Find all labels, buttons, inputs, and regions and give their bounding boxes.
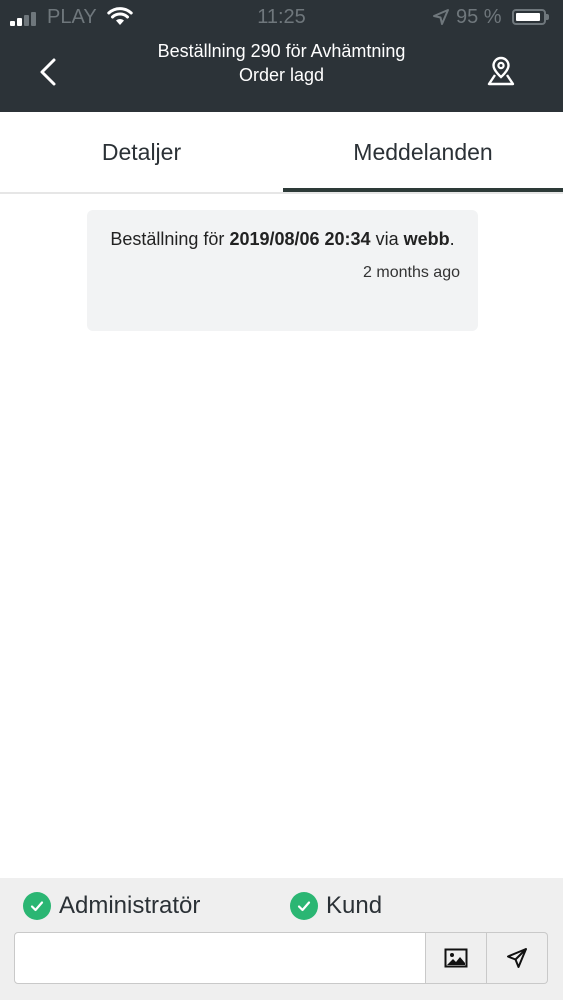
back-button[interactable] <box>28 52 68 92</box>
chevron-left-icon <box>40 58 56 86</box>
recipient-label: Administratör <box>59 892 201 919</box>
map-button[interactable] <box>480 50 522 92</box>
tab-bar: Detaljer Meddelanden <box>0 112 563 194</box>
recipient-customer-toggle[interactable]: Kund <box>290 890 382 922</box>
message-input[interactable] <box>14 932 426 984</box>
recipient-administrator-toggle[interactable]: Administratör <box>23 890 200 922</box>
composer-input-row <box>14 932 549 984</box>
order-title: Beställning 290 för Avhämtning <box>157 41 406 61</box>
tab-messages[interactable]: Meddelanden <box>283 112 563 192</box>
check-circle-icon <box>290 892 318 920</box>
recipient-label: Kund <box>326 892 383 919</box>
send-icon <box>507 948 527 968</box>
battery-percent: 95 % <box>456 6 502 28</box>
message-timestamp: 2 months ago <box>363 264 460 281</box>
image-icon <box>444 948 468 968</box>
battery-icon <box>512 9 549 25</box>
message-bubble: Beställning för 2019/08/06 20:34 via web… <box>87 210 478 331</box>
location-arrow-icon <box>432 8 450 32</box>
send-button[interactable] <box>487 932 548 984</box>
messages-list: Beställning för 2019/08/06 20:34 via web… <box>0 194 563 878</box>
app-header: PLAY 11:25 95 % Beställning 290 för Avhä… <box>0 0 563 112</box>
tab-details[interactable]: Detaljer <box>0 112 283 192</box>
page-title: Beställning 290 för Avhämtning Order lag… <box>90 39 473 87</box>
active-tab-indicator <box>283 188 563 192</box>
map-pin-icon <box>487 56 515 86</box>
message-channel: webb <box>403 229 450 249</box>
message-text: Beställning för 2019/08/06 20:34 via web… <box>110 229 455 249</box>
check-circle-icon <box>23 892 51 920</box>
message-composer: Administratör Kund <box>0 878 563 1000</box>
message-date: 2019/08/06 20:34 <box>229 229 371 249</box>
order-status: Order lagd <box>238 65 325 85</box>
status-bar: PLAY 11:25 95 % <box>0 0 563 36</box>
attach-image-button[interactable] <box>426 932 487 984</box>
